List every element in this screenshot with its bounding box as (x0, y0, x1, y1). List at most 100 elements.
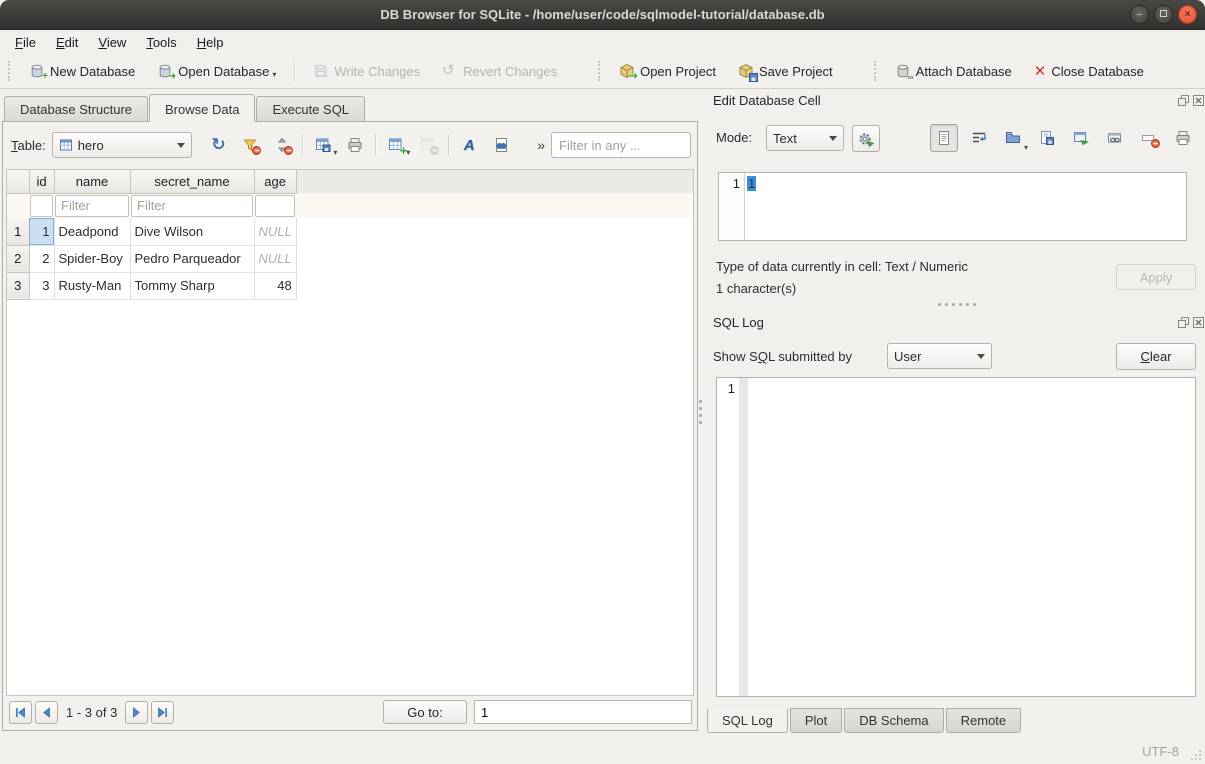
cell-value-text[interactable]: 1 (747, 176, 756, 191)
revert-changes-button[interactable]: ↺ Revert Changes (435, 59, 564, 83)
menu-view[interactable]: View (89, 32, 135, 53)
import-dropdown-icon[interactable]: ▾ (1024, 143, 1028, 152)
write-changes-button[interactable]: Write Changes (306, 59, 427, 83)
dock-splitter-handle[interactable] (938, 303, 976, 306)
copy-to-cell-button[interactable] (1068, 125, 1094, 151)
print-cell-button[interactable] (1170, 125, 1196, 151)
cell-secret-name[interactable]: Tommy Sharp (130, 272, 254, 299)
cell-secret-name[interactable]: Dive Wilson (130, 218, 254, 245)
cell-id[interactable]: 2 (29, 245, 54, 272)
goto-input[interactable] (474, 700, 692, 724)
filter-id-input[interactable] (30, 195, 53, 217)
tab-remote[interactable]: Remote (946, 708, 1022, 733)
refresh-button[interactable]: ↻ (206, 133, 230, 157)
column-header-id[interactable]: id (29, 170, 54, 193)
filter-any-input[interactable] (551, 132, 691, 158)
tab-execute-sql[interactable]: Execute SQL (256, 96, 365, 122)
last-page-button[interactable] (151, 701, 174, 724)
export-data-button[interactable] (1034, 125, 1060, 151)
menu-tools[interactable]: Tools (137, 32, 185, 53)
open-database-button[interactable]: ➜ Open Database ▾ (150, 59, 283, 83)
toolbar-overflow-chevron[interactable]: » (537, 137, 545, 153)
close-button[interactable]: × (1178, 5, 1197, 24)
toolbar-grip[interactable] (874, 61, 878, 81)
save-project-button[interactable]: Save Project (731, 59, 840, 83)
cell-id[interactable]: 3 (29, 272, 54, 299)
column-header-age[interactable]: age (254, 170, 296, 193)
find-in-table-button[interactable] (489, 133, 513, 157)
set-null-button[interactable]: – (1136, 125, 1162, 151)
resize-grip[interactable] (1189, 748, 1202, 761)
cell-age[interactable]: NULL (254, 218, 296, 245)
row-header[interactable]: 2 (7, 245, 29, 272)
main-tabbar: Database Structure Browse Data Execute S… (4, 94, 366, 122)
menu-file[interactable]: File (6, 32, 45, 53)
tab-database-structure[interactable]: Database Structure (4, 96, 148, 122)
cell-name[interactable]: Deadpond (54, 218, 130, 245)
table-select[interactable]: hero (52, 132, 193, 158)
clear-log-button[interactable]: Clear (1116, 343, 1196, 370)
grid-corner[interactable] (7, 170, 29, 193)
column-header-name[interactable]: name (54, 170, 130, 193)
float-dock-icon[interactable] (1178, 95, 1189, 106)
insert-record-button[interactable]: + ▾ (384, 133, 408, 157)
filter-name-input[interactable] (55, 195, 129, 217)
mode-select[interactable]: Text (766, 125, 844, 151)
cell-age[interactable]: 48 (254, 272, 296, 299)
open-project-button[interactable]: ➜ Open Project (612, 59, 723, 83)
minimize-button[interactable]: – (1130, 5, 1149, 24)
open-in-browser-button[interactable] (1102, 125, 1128, 151)
clear-sort-button[interactable]: – (270, 133, 294, 157)
clear-filters-button[interactable]: – (238, 133, 262, 157)
edit-display-format-button[interactable]: A (457, 133, 481, 157)
open-database-dropdown-icon[interactable]: ▾ (272, 70, 276, 79)
menu-help[interactable]: Help (188, 32, 233, 53)
filter-age-input[interactable] (255, 195, 295, 217)
sql-log-view[interactable]: 1 (716, 377, 1196, 697)
chevron-down-icon (177, 143, 185, 148)
previous-page-button[interactable] (35, 701, 58, 724)
float-dock-icon[interactable] (1178, 317, 1189, 328)
text-mode-button[interactable] (930, 124, 958, 152)
maximize-icon (1160, 10, 1167, 17)
row-header[interactable]: 3 (7, 272, 29, 299)
insert-record-dropdown-icon[interactable]: ▾ (406, 148, 410, 157)
row-header[interactable]: 1 (7, 218, 29, 245)
first-page-icon (14, 706, 27, 719)
close-dock-icon[interactable] (1193, 95, 1204, 106)
save-table-dropdown-icon[interactable]: ▾ (333, 148, 337, 157)
close-dock-icon[interactable] (1193, 317, 1204, 328)
new-database-button[interactable]: + New Database (22, 59, 142, 83)
menu-edit[interactable]: Edit (47, 32, 87, 53)
cell-name[interactable]: Spider-Boy (54, 245, 130, 272)
apply-button[interactable]: Apply (1116, 264, 1196, 290)
tab-browse-data[interactable]: Browse Data (149, 94, 255, 122)
goto-button[interactable]: Go to: (383, 700, 467, 724)
cell-id[interactable]: 1 (29, 218, 54, 245)
first-page-button[interactable] (9, 701, 32, 724)
cell-age[interactable]: NULL (254, 245, 296, 272)
sql-source-select[interactable]: User (887, 343, 992, 369)
pane-splitter-handle[interactable] (699, 400, 702, 424)
cell-name[interactable]: Rusty-Man (54, 272, 130, 299)
save-table-button[interactable]: ▾ (311, 133, 335, 157)
toolbar-grip[interactable] (8, 61, 12, 81)
column-header-secret-name[interactable]: secret_name (130, 170, 254, 193)
attach-database-button[interactable]: ∞ Attach Database (888, 59, 1019, 83)
auto-switch-mode-button[interactable] (852, 125, 880, 152)
next-page-button[interactable] (125, 701, 148, 724)
close-database-button[interactable]: ✕ Close Database (1027, 60, 1151, 83)
delete-record-button[interactable]: – (416, 133, 440, 157)
word-wrap-button[interactable] (966, 125, 992, 151)
tab-plot[interactable]: Plot (790, 708, 842, 733)
filter-secret-name-input[interactable] (131, 195, 253, 217)
import-data-button[interactable]: ▾ (1000, 125, 1026, 151)
print-button[interactable] (343, 133, 367, 157)
tab-db-schema[interactable]: DB Schema (844, 708, 943, 733)
cell-secret-name[interactable]: Pedro Parqueador (130, 245, 254, 272)
toolbar-grip[interactable] (598, 61, 602, 81)
cell-value-editor[interactable]: 1 1 (718, 172, 1187, 241)
tab-sql-log[interactable]: SQL Log (707, 708, 788, 733)
log-line-number: 1 (717, 378, 739, 696)
maximize-button[interactable] (1154, 5, 1173, 24)
